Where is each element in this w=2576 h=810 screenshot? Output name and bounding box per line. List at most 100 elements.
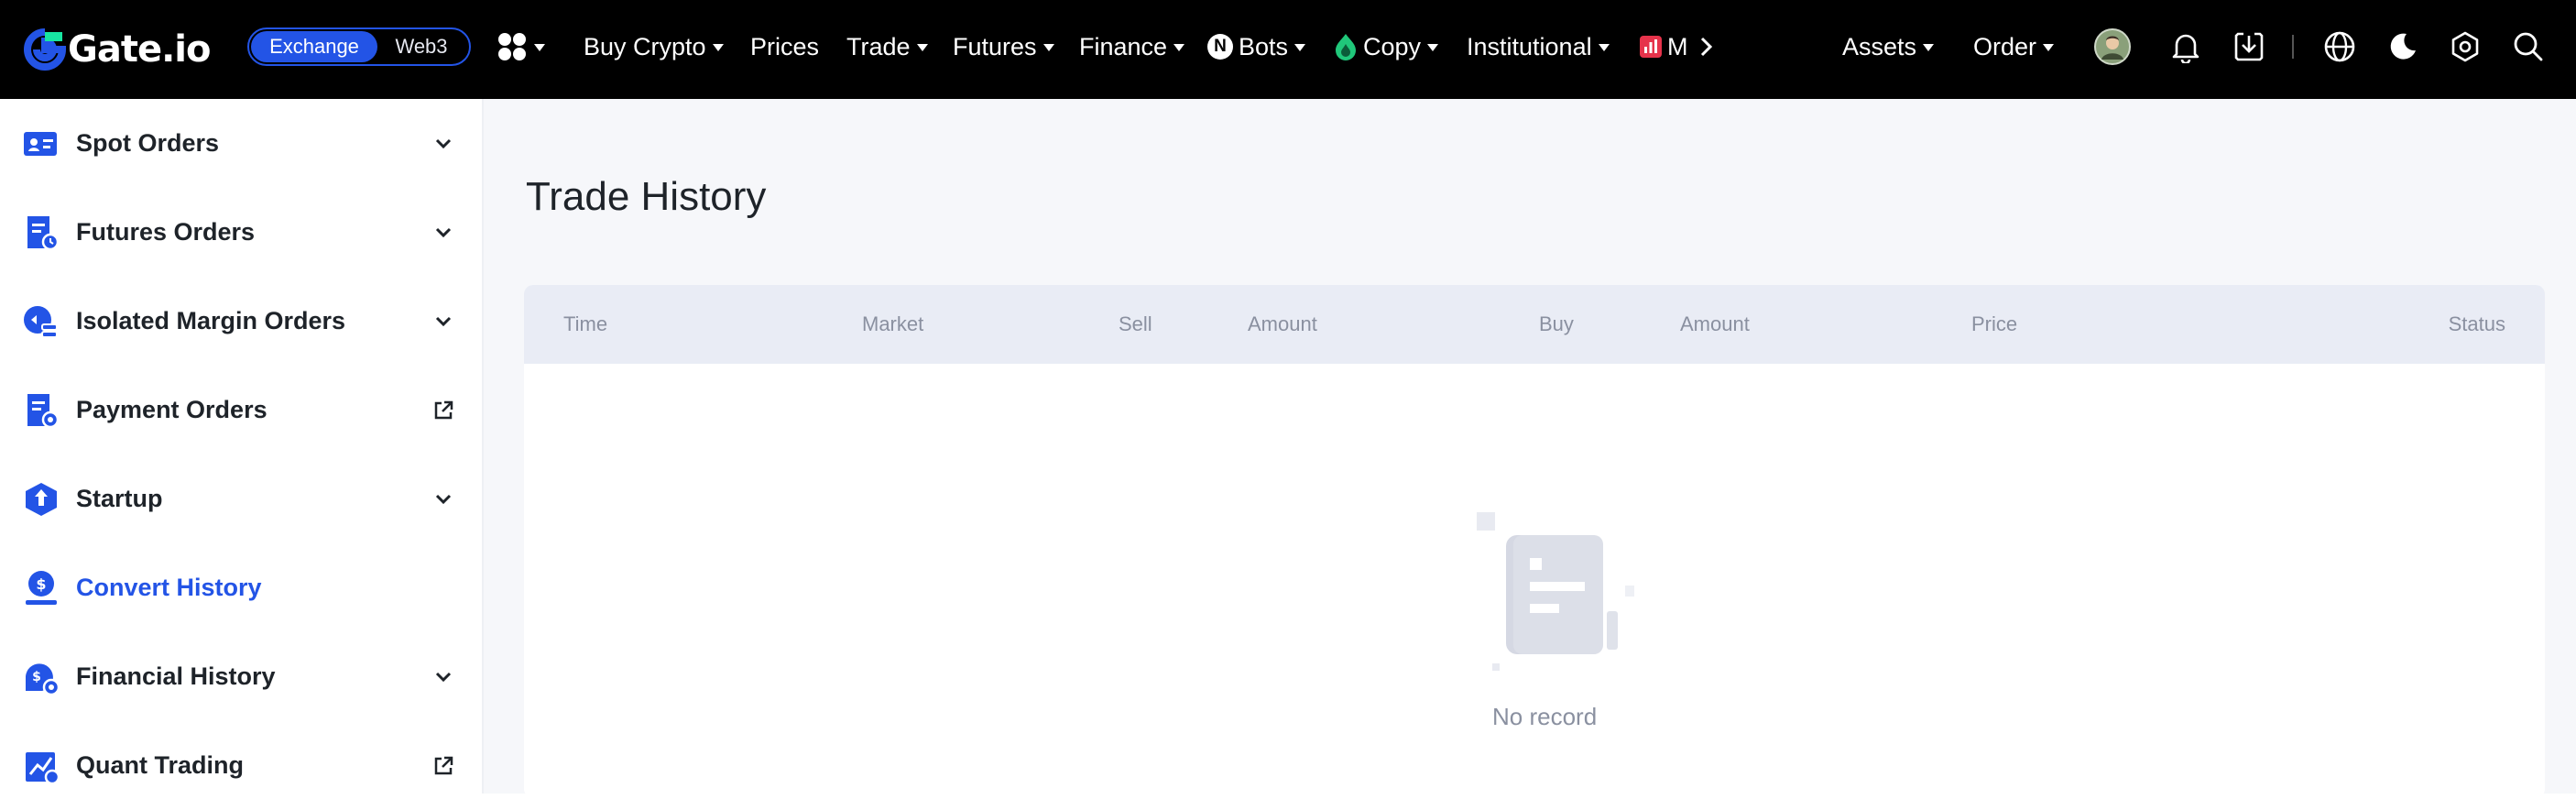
nav-prices[interactable]: Prices: [750, 27, 819, 66]
settings-icon: [2451, 31, 2479, 62]
nav-trade[interactable]: Trade: [846, 27, 928, 66]
nav-more-button[interactable]: [1698, 27, 1715, 66]
column-header-buy-amount: Amount: [1680, 312, 1750, 335]
chevron-down-icon: [435, 227, 452, 237]
nav-buy-crypto[interactable]: Buy Crypto: [584, 27, 724, 66]
bell-icon: [2172, 34, 2199, 63]
external-link-icon: [434, 400, 453, 419]
nav-label: Prices: [750, 32, 820, 60]
assets-menu[interactable]: Assets: [1842, 27, 1935, 66]
margin-orders-icon: [24, 306, 58, 338]
column-header-time: Time: [563, 312, 608, 335]
sidebar-item-spot-orders[interactable]: Spot Orders: [0, 99, 482, 188]
nav-finance[interactable]: Finance: [1079, 27, 1185, 66]
convert-history-icon: $: [26, 571, 57, 605]
settings-button[interactable]: [2449, 27, 2482, 66]
notifications-button[interactable]: [2169, 27, 2202, 66]
chevron-down-icon: [435, 494, 452, 504]
chevron-right-icon: [1700, 37, 1713, 57]
apps-grid-icon: [498, 33, 526, 60]
chevron-down-icon: [2043, 44, 2055, 51]
exchange-toggle[interactable]: Exchange: [251, 31, 377, 62]
nav-futures[interactable]: Futures: [953, 27, 1054, 66]
sidebar-item-label: Quant Trading: [76, 751, 245, 779]
exchange-web3-switch[interactable]: Exchange Web3: [247, 27, 471, 66]
copy-flame-icon: [1336, 34, 1356, 60]
sidebar-item-label: Financial History: [76, 662, 276, 690]
bots-icon: N: [1207, 34, 1233, 60]
payment-orders-icon: [27, 394, 60, 429]
sidebar-item-financial-history[interactable]: $ Financial History: [0, 632, 482, 721]
nav-divider: [2292, 35, 2294, 59]
sidebar-item-convert-history[interactable]: $ Convert History: [0, 543, 482, 632]
sidebar-item-payment-orders[interactable]: Payment Orders: [0, 366, 482, 454]
column-header-status: Status: [2448, 312, 2505, 335]
globe-icon: [2324, 31, 2355, 62]
nav-institutional[interactable]: Institutional: [1467, 27, 1610, 66]
avatar-image: [2094, 28, 2131, 65]
moon-icon: [2390, 33, 2416, 60]
sidebar-item-isolated-margin-orders[interactable]: Isolated Margin Orders: [0, 277, 482, 366]
sidebar-item-futures-orders[interactable]: Futures Orders: [0, 188, 482, 277]
futures-orders-icon: [27, 216, 60, 251]
market-icon: [1640, 36, 1662, 58]
column-header-sell-amount: Amount: [1248, 312, 1317, 335]
table-header: Time Market Sell Amount Buy Amount Price…: [524, 285, 2545, 364]
column-header-price: Price: [1971, 312, 2018, 335]
chevron-down-icon: [1427, 44, 1439, 51]
sidebar-item-label: Startup: [76, 485, 163, 512]
svg-text:$: $: [36, 575, 46, 593]
empty-document-icon: [1477, 512, 1634, 671]
theme-toggle-button[interactable]: [2386, 27, 2419, 66]
svg-text:$: $: [32, 670, 41, 684]
sidebar: Spot Orders Futures Orders Isolated Marg…: [0, 99, 484, 794]
gateio-logo[interactable]: Gate.io: [24, 26, 211, 73]
nav-copy[interactable]: Copy: [1334, 27, 1439, 66]
sidebar-item-label: Spot Orders: [76, 129, 220, 157]
language-button[interactable]: [2323, 27, 2356, 66]
quant-trading-icon: [26, 752, 60, 785]
chevron-down-icon: [712, 44, 724, 51]
chevron-down-icon: [435, 672, 452, 682]
column-header-buy: Buy: [1539, 312, 1574, 335]
order-label: Order: [1973, 32, 2037, 60]
chevron-down-icon: [1173, 44, 1185, 51]
nav-bots[interactable]: N Bots: [1207, 27, 1306, 66]
sidebar-item-label: Futures Orders: [76, 218, 256, 246]
column-header-sell: Sell: [1119, 312, 1152, 335]
nav-label: Futures: [953, 32, 1037, 60]
nav-label: Buy Crypto: [584, 32, 706, 60]
search-button[interactable]: [2512, 27, 2545, 66]
chevron-down-icon: [435, 316, 452, 326]
sidebar-item-startup[interactable]: Startup: [0, 454, 482, 543]
web3-toggle[interactable]: Web3: [377, 31, 465, 62]
financial-history-icon: $: [26, 663, 60, 696]
column-header-market: Market: [862, 312, 924, 335]
sidebar-item-label: Convert History: [76, 574, 262, 601]
nav-label: Trade: [846, 32, 911, 60]
order-menu[interactable]: Order: [1973, 27, 2055, 66]
nav-label: Finance: [1079, 32, 1168, 60]
assets-label: Assets: [1842, 32, 1917, 60]
startup-icon: [26, 483, 57, 516]
chevron-down-icon: [1598, 44, 1610, 51]
chevron-down-icon: [534, 44, 545, 51]
nav-market[interactable]: M: [1640, 27, 1688, 66]
nav-label: Bots: [1239, 32, 1289, 60]
avatar[interactable]: [2094, 27, 2131, 66]
search-icon: [2514, 32, 2543, 61]
sidebar-item-label: Payment Orders: [76, 396, 267, 423]
sidebar-item-quant-trading[interactable]: Quant Trading: [0, 721, 482, 810]
chevron-down-icon: [1923, 44, 1935, 51]
spot-orders-icon: [24, 132, 57, 156]
apps-menu-button[interactable]: [497, 27, 545, 66]
nav-label: M: [1667, 32, 1688, 60]
trade-history-table: Time Market Sell Amount Buy Amount Price…: [524, 285, 2545, 798]
chevron-down-icon: [916, 44, 928, 51]
nav-label: Institutional: [1467, 32, 1592, 60]
sidebar-item-label: Isolated Margin Orders: [76, 307, 346, 334]
page-title: Trade History: [526, 174, 767, 219]
gateio-logo-icon: [24, 28, 66, 71]
nav-label: Copy: [1363, 32, 1422, 60]
download-app-button[interactable]: [2232, 27, 2265, 66]
